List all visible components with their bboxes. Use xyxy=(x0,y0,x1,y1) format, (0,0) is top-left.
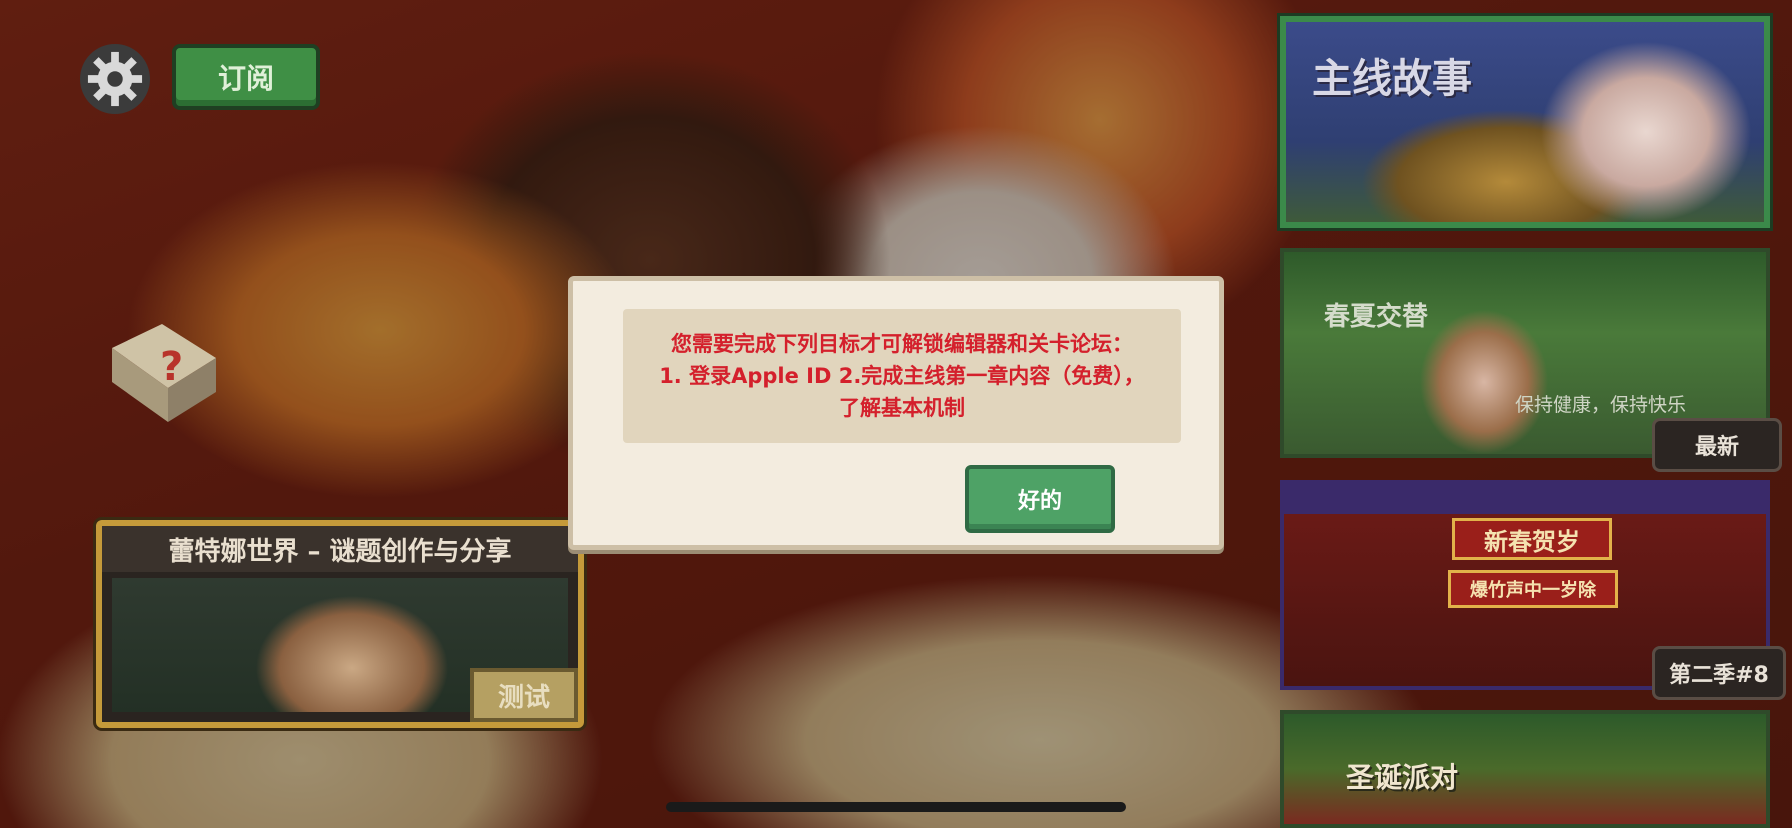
spring-summer-title: 春夏交替 xyxy=(1324,302,1429,332)
newest-badge: 最新 xyxy=(1652,418,1782,472)
firecracker-sign: 爆竹声中一岁除 xyxy=(1448,570,1618,608)
main-story-title: 主线故事 xyxy=(1312,56,1472,102)
question-book-icon[interactable]: ? xyxy=(98,318,226,430)
home-indicator[interactable] xyxy=(666,802,1126,812)
settings-button[interactable] xyxy=(80,44,150,114)
christmas-card[interactable]: 圣诞派对 xyxy=(1280,710,1770,828)
svg-text:?: ? xyxy=(160,344,183,390)
main-story-card[interactable]: 主线故事 xyxy=(1280,16,1770,228)
world-card[interactable]: 蕾特娜世界 – 谜题创作与分享 测试 xyxy=(96,520,584,728)
season-badge: 第二季#8 xyxy=(1652,646,1786,700)
dialog-message-box: 您需要完成下列目标才可解锁编辑器和关卡论坛： 1. 登录Apple ID 2.完… xyxy=(623,309,1181,443)
ok-button[interactable]: 好的 xyxy=(965,465,1115,533)
gear-icon xyxy=(87,51,143,107)
test-button[interactable]: 测试 xyxy=(470,668,578,722)
subscribe-button[interactable]: 订阅 xyxy=(172,44,320,110)
dialog-message: 您需要完成下列目标才可解锁编辑器和关卡论坛： 1. 登录Apple ID 2.完… xyxy=(659,332,1145,420)
spring-summer-subtitle: 保持健康，保持快乐 xyxy=(1514,394,1686,416)
unlock-dialog: 您需要完成下列目标才可解锁编辑器和关卡论坛： 1. 登录Apple ID 2.完… xyxy=(568,276,1224,550)
world-card-title: 蕾特娜世界 – 谜题创作与分享 xyxy=(102,526,578,572)
christmas-title: 圣诞派对 xyxy=(1346,761,1459,794)
new-year-sign: 新春贺岁 xyxy=(1452,518,1612,560)
